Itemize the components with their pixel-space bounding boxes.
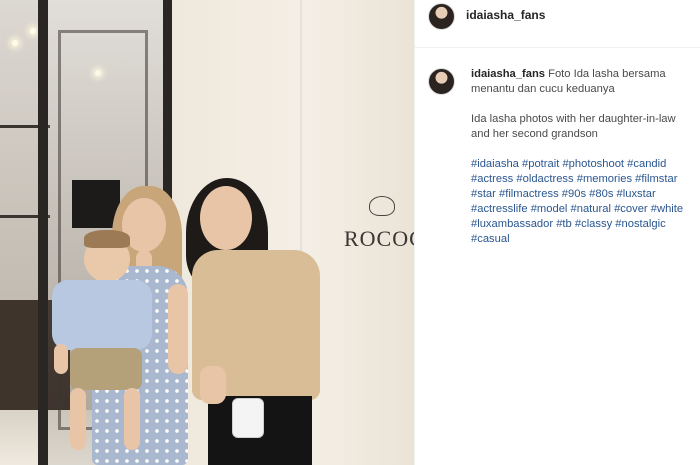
hashtag-link[interactable]: #filmactress <box>499 188 559 200</box>
caption-avatar[interactable] <box>428 68 455 95</box>
header-username[interactable]: idaiasha_fans <box>466 8 545 22</box>
hashtag-list: #idaiasha #potrait #photoshoot #candid #… <box>471 157 686 247</box>
baby-shirt <box>52 280 152 350</box>
hashtag-link[interactable]: #model <box>531 203 568 215</box>
baby-leg <box>124 388 140 450</box>
brand-logo-icon <box>369 196 395 216</box>
face-mask <box>232 398 264 438</box>
caption-line: idaiasha_fans Foto Ida lasha bersama men… <box>471 67 686 97</box>
caption-translation: Ida lasha photos with her daughter-in-la… <box>471 113 676 140</box>
hand <box>200 366 226 404</box>
ceiling-light <box>30 28 36 34</box>
baby-hair <box>84 230 130 248</box>
baby-leg <box>70 388 86 450</box>
ceiling-light <box>12 40 18 46</box>
hashtag-link[interactable]: #memories <box>577 173 632 185</box>
hashtag-link[interactable]: #90s <box>562 188 586 200</box>
hashtag-link[interactable]: #oldactress <box>516 173 573 185</box>
hashtag-link[interactable]: #candid <box>627 158 666 170</box>
hashtag-link[interactable]: #potrait <box>522 158 559 170</box>
post-caption: idaiasha_fans Foto Ida lasha bersama men… <box>471 67 686 262</box>
panel-divider <box>414 0 415 465</box>
hashtag-link[interactable]: #star <box>471 188 496 200</box>
hashtag-link[interactable]: #actress <box>471 173 513 185</box>
post-header: idaiasha_fans <box>415 0 700 48</box>
store-sign: ROCOC <box>344 226 414 251</box>
hashtag-link[interactable]: #cover <box>614 203 648 215</box>
arm <box>168 284 188 374</box>
hashtag-link[interactable]: #white <box>651 203 683 215</box>
hashtag-link[interactable]: #nostalgic <box>615 218 665 230</box>
older-woman-face <box>200 186 252 250</box>
hashtag-link[interactable]: #filmstar <box>635 173 677 185</box>
hashtag-link[interactable]: #casual <box>471 233 510 245</box>
caption-username[interactable]: idaiasha_fans <box>471 68 545 80</box>
baby-shorts <box>70 348 142 390</box>
hashtag-link[interactable]: #80s <box>589 188 613 200</box>
hashtag-link[interactable]: #luxambassador <box>471 218 553 230</box>
hashtag-link[interactable]: #actresslife <box>471 203 528 215</box>
hashtag-link[interactable]: #tb <box>556 218 572 230</box>
post-photo[interactable]: ROCOC <box>0 0 414 465</box>
profile-avatar[interactable] <box>428 3 455 30</box>
hashtag-link[interactable]: #classy <box>575 218 612 230</box>
hashtag-link[interactable]: #idaiasha <box>471 158 519 170</box>
hashtag-link[interactable]: #natural <box>571 203 611 215</box>
baby-hand <box>54 344 68 374</box>
hashtag-link[interactable]: #photoshoot <box>562 158 624 170</box>
hashtag-link[interactable]: #luxstar <box>617 188 656 200</box>
